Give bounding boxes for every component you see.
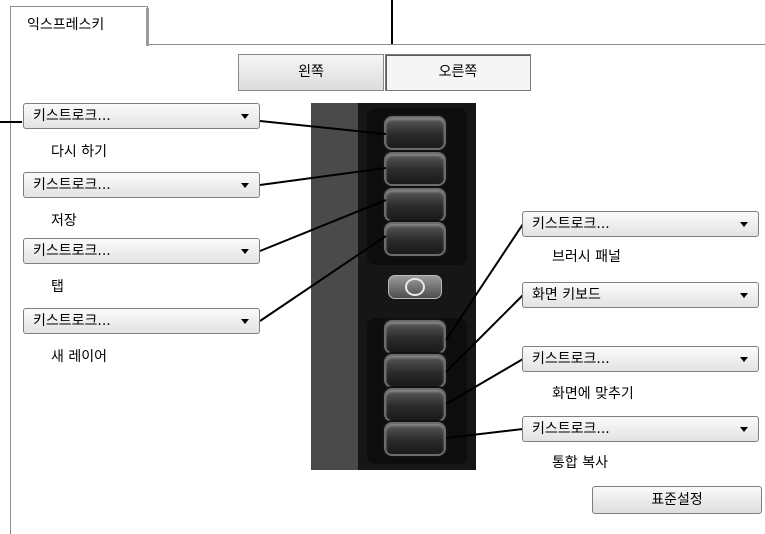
left-key-1-dropdown[interactable]: 키스트로크... [23, 103, 260, 129]
left-key-1-caption: 다시 하기 [51, 144, 107, 160]
chevron-down-icon [740, 427, 748, 432]
left-key-3-dropdown[interactable]: 키스트로크... [23, 238, 260, 264]
right-key-4-dropdown[interactable]: 키스트로크... [522, 416, 759, 442]
right-key-2-dropdown[interactable]: 화면 키보드 [522, 282, 759, 308]
left-key-4-dropdown[interactable]: 키스트로크... [23, 308, 260, 334]
express-key-7[interactable] [384, 388, 446, 422]
left-key-2-caption: 저장 [51, 213, 77, 229]
dropdown-value: 키스트로크... [33, 243, 111, 259]
chevron-down-icon [241, 183, 249, 188]
tab-shadow [146, 8, 149, 46]
express-key-2[interactable] [384, 152, 446, 186]
tab-express-keys[interactable]: 익스프레스키 [10, 6, 148, 46]
dropdown-value: 키스트로크... [33, 108, 111, 124]
dropdown-value: 키스트로크... [532, 421, 610, 437]
chevron-down-icon [241, 249, 249, 254]
chevron-down-icon [740, 222, 748, 227]
express-key-8[interactable] [384, 422, 446, 456]
express-key-4[interactable] [384, 222, 446, 256]
dropdown-value: 키스트로크... [532, 351, 610, 367]
dropdown-value: 키스트로크... [33, 313, 111, 329]
express-key-1[interactable] [384, 116, 446, 150]
left-key-4-caption: 새 레이어 [51, 349, 107, 365]
chevron-down-icon [740, 293, 748, 298]
right-key-1-caption: 브러시 패널 [552, 249, 621, 265]
chevron-down-icon [241, 319, 249, 324]
express-key-3[interactable] [384, 188, 446, 222]
right-key-3-caption: 화면에 맞추기 [552, 386, 634, 402]
chevron-down-icon [241, 114, 249, 119]
left-key-3-caption: 탭 [51, 279, 64, 295]
tab-label: 익스프레스키 [27, 17, 105, 33]
express-key-6[interactable] [384, 354, 446, 388]
touch-ring-toggle[interactable] [388, 275, 442, 299]
dropdown-value: 키스트로크... [532, 216, 610, 232]
left-key-2-dropdown[interactable]: 키스트로크... [23, 172, 260, 198]
default-settings-label: 표준설정 [651, 492, 703, 508]
dropdown-value: 화면 키보드 [532, 287, 601, 303]
right-key-1-dropdown[interactable]: 키스트로크... [522, 211, 759, 237]
express-key-5[interactable] [384, 320, 446, 354]
chevron-down-icon [740, 357, 748, 362]
dropdown-value: 키스트로크... [33, 177, 111, 193]
right-key-4-caption: 통합 복사 [552, 455, 608, 471]
touch-ring-icon [405, 278, 425, 296]
right-key-3-dropdown[interactable]: 키스트로크... [522, 346, 759, 372]
default-settings-button[interactable]: 표준설정 [592, 486, 762, 514]
